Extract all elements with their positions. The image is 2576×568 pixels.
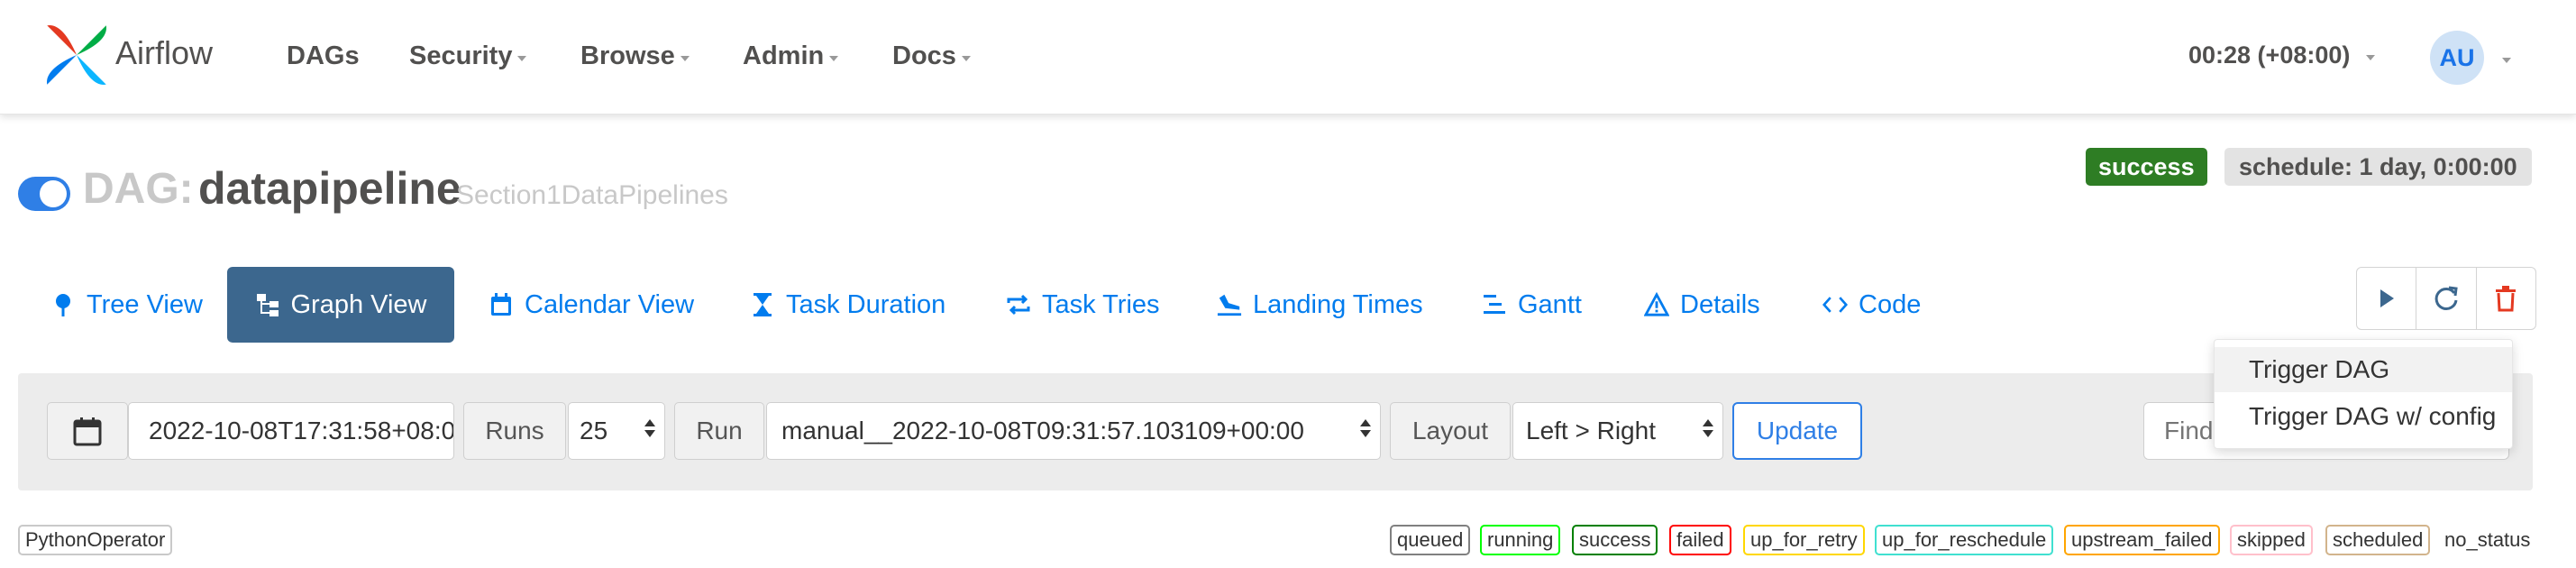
tab-label: Gantt (1518, 289, 1582, 319)
tab-graph-view[interactable]: Graph View (227, 267, 454, 343)
warning-triangle-icon (1644, 292, 1669, 317)
runs-select[interactable]: 25 (568, 402, 665, 460)
refresh-button[interactable] (2416, 268, 2477, 329)
tab-task-duration[interactable]: Task Duration (735, 267, 960, 343)
tab-label: Landing Times (1253, 289, 1423, 319)
airflow-logo-icon[interactable] (41, 20, 112, 90)
chevron-down-icon (2366, 54, 2376, 60)
dag-title: datapipeline (198, 163, 461, 214)
layout-select-value: Left > Right (1526, 417, 1656, 444)
run-label: Run (674, 402, 764, 460)
tab-label: Calendar View (525, 289, 695, 319)
tab-label: Tree View (87, 289, 203, 319)
tab-calendar-view[interactable]: Calendar View (474, 267, 708, 343)
tab-label: Graph View (290, 289, 427, 319)
code-icon (1822, 292, 1848, 317)
tab-gantt[interactable]: Gantt (1467, 267, 1596, 343)
nav-security[interactable]: Security (409, 41, 527, 71)
dag-pause-toggle[interactable] (18, 177, 70, 211)
tab-tree-view[interactable]: Tree View (32, 267, 221, 343)
layout-label: Layout (1390, 402, 1511, 460)
menu-item-trigger-dag-config[interactable]: Trigger DAG w/ config (2215, 394, 2512, 439)
brand-name[interactable]: Airflow (115, 34, 213, 72)
tab-label: Task Tries (1042, 289, 1160, 319)
chevron-down-icon[interactable] (2502, 58, 2511, 63)
chevron-down-icon (680, 55, 690, 61)
delete-dag-button[interactable] (2477, 268, 2535, 329)
legend-no-status[interactable]: no_status (2444, 528, 2530, 552)
nav-docs[interactable]: Docs (892, 41, 971, 71)
tab-label: Task Duration (786, 289, 946, 319)
legend-queued[interactable]: queued (1390, 525, 1471, 555)
legend-up-for-reschedule[interactable]: up_for_reschedule (1875, 525, 2054, 555)
graph-icon (255, 292, 280, 317)
nav-dags-label: DAGs (287, 41, 360, 70)
clock-time: 00:28 (+08:00) (2188, 41, 2351, 69)
legend-up-for-retry[interactable]: up_for_retry (1743, 525, 1865, 555)
legend-failed[interactable]: failed (1669, 525, 1731, 555)
update-button[interactable]: Update (1732, 402, 1862, 460)
tab-label: Code (1859, 289, 1922, 319)
layout-label-text: Layout (1411, 417, 1489, 444)
dag-actions-group (2356, 267, 2536, 330)
user-avatar[interactable]: AU (2430, 31, 2484, 85)
play-icon (2380, 289, 2394, 307)
nav-browse-label: Browse (580, 41, 675, 70)
select-arrows-icon (644, 419, 655, 437)
runs-label: Runs (463, 402, 566, 460)
legend-running[interactable]: running (1480, 525, 1561, 555)
run-select-value: manual__2022-10-08T09:31:57.103109+00:00 (781, 417, 1304, 444)
dag-prefix: DAG: (83, 165, 194, 213)
nav-docs-label: Docs (892, 41, 956, 70)
toggle-knob (40, 180, 67, 207)
date-picker-button[interactable] (47, 402, 128, 460)
nav-admin[interactable]: Admin (743, 41, 839, 71)
nav-browse[interactable]: Browse (580, 41, 690, 71)
plane-landing-icon (1217, 292, 1242, 317)
top-navbar: Airflow DAGs Security Browse Admin Docs … (0, 0, 2576, 115)
schedule-badge: schedule: 1 day, 0:00:00 (2224, 148, 2532, 186)
tab-label: Details (1680, 289, 1760, 319)
calendar-icon (73, 417, 102, 446)
chevron-down-icon (517, 55, 527, 61)
hourglass-icon (750, 292, 775, 317)
legend-skipped[interactable]: skipped (2230, 525, 2313, 555)
trigger-dropdown-menu: Trigger DAG Trigger DAG w/ config (2214, 339, 2513, 449)
calendar-icon (489, 292, 514, 317)
base-date-value: 2022-10-08T17:31:58+08:00 (149, 417, 454, 444)
base-date-input[interactable]: 2022-10-08T17:31:58+08:00 (128, 402, 454, 460)
chevron-down-icon (961, 55, 971, 61)
legend-success[interactable]: success (1572, 525, 1658, 555)
pin-icon (50, 292, 76, 317)
select-arrows-icon (1703, 419, 1713, 437)
nav-admin-label: Admin (743, 41, 825, 70)
chevron-down-icon (829, 55, 839, 61)
trash-icon (2496, 286, 2517, 312)
tab-code[interactable]: Code (1808, 267, 1935, 343)
nav-dags[interactable]: DAGs (287, 41, 360, 71)
tab-details[interactable]: Details (1630, 267, 1775, 343)
tab-landing-times[interactable]: Landing Times (1202, 267, 1438, 343)
legend-upstream-failed[interactable]: upstream_failed (2064, 525, 2220, 555)
run-label-text: Run (696, 417, 743, 444)
runs-label-text: Runs (485, 417, 544, 444)
nav-security-label: Security (409, 41, 513, 70)
user-initials: AU (2439, 43, 2475, 71)
menu-item-trigger-dag[interactable]: Trigger DAG (2215, 347, 2512, 392)
repeat-icon (1006, 292, 1031, 317)
run-select[interactable]: manual__2022-10-08T09:31:57.103109+00:00 (766, 402, 1381, 460)
dag-subtitle: Section1DataPipelines (456, 180, 728, 210)
trigger-dag-button[interactable] (2357, 268, 2417, 329)
layout-select[interactable]: Left > Right (1512, 402, 1723, 460)
gantt-icon (1482, 292, 1507, 317)
runs-select-value: 25 (580, 417, 608, 444)
operator-tag[interactable]: PythonOperator (18, 525, 173, 555)
timezone-selector[interactable]: 00:28 (+08:00) (2188, 41, 2376, 69)
select-arrows-icon (1360, 419, 1371, 437)
refresh-icon (2434, 286, 2458, 310)
tab-task-tries[interactable]: Task Tries (991, 267, 1174, 343)
legend-scheduled[interactable]: scheduled (2325, 525, 2431, 555)
dag-status-badge: success (2086, 148, 2207, 186)
